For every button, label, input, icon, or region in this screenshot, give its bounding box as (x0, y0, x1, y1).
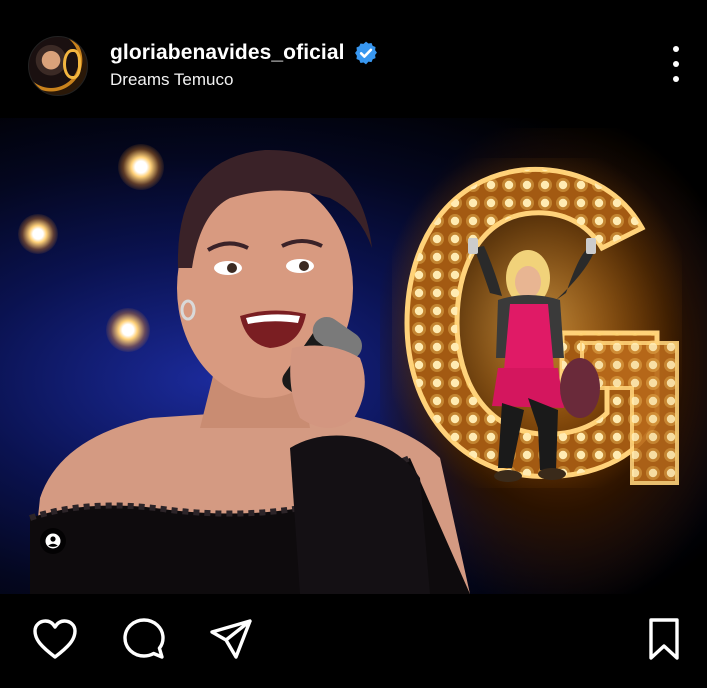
post-action-bar (0, 594, 707, 688)
post-header: gloriabenavides_oficial Dreams Temuco (0, 0, 707, 118)
username-link[interactable]: gloriabenavides_oficial (110, 41, 345, 65)
post-location[interactable]: Dreams Temuco (110, 70, 233, 90)
post-image[interactable] (0, 118, 707, 594)
verified-badge-icon (354, 41, 377, 65)
singer-figure (29, 149, 470, 594)
heart-icon[interactable] (32, 616, 78, 662)
profile-avatar[interactable] (28, 36, 88, 96)
bookmark-icon[interactable] (641, 616, 687, 662)
user-tag-icon[interactable] (40, 528, 66, 554)
more-options-icon[interactable] (666, 46, 686, 82)
paper-plane-icon[interactable] (208, 616, 254, 662)
comment-bubble-icon[interactable] (121, 616, 167, 662)
username-row: gloriabenavides_oficial (110, 40, 379, 66)
